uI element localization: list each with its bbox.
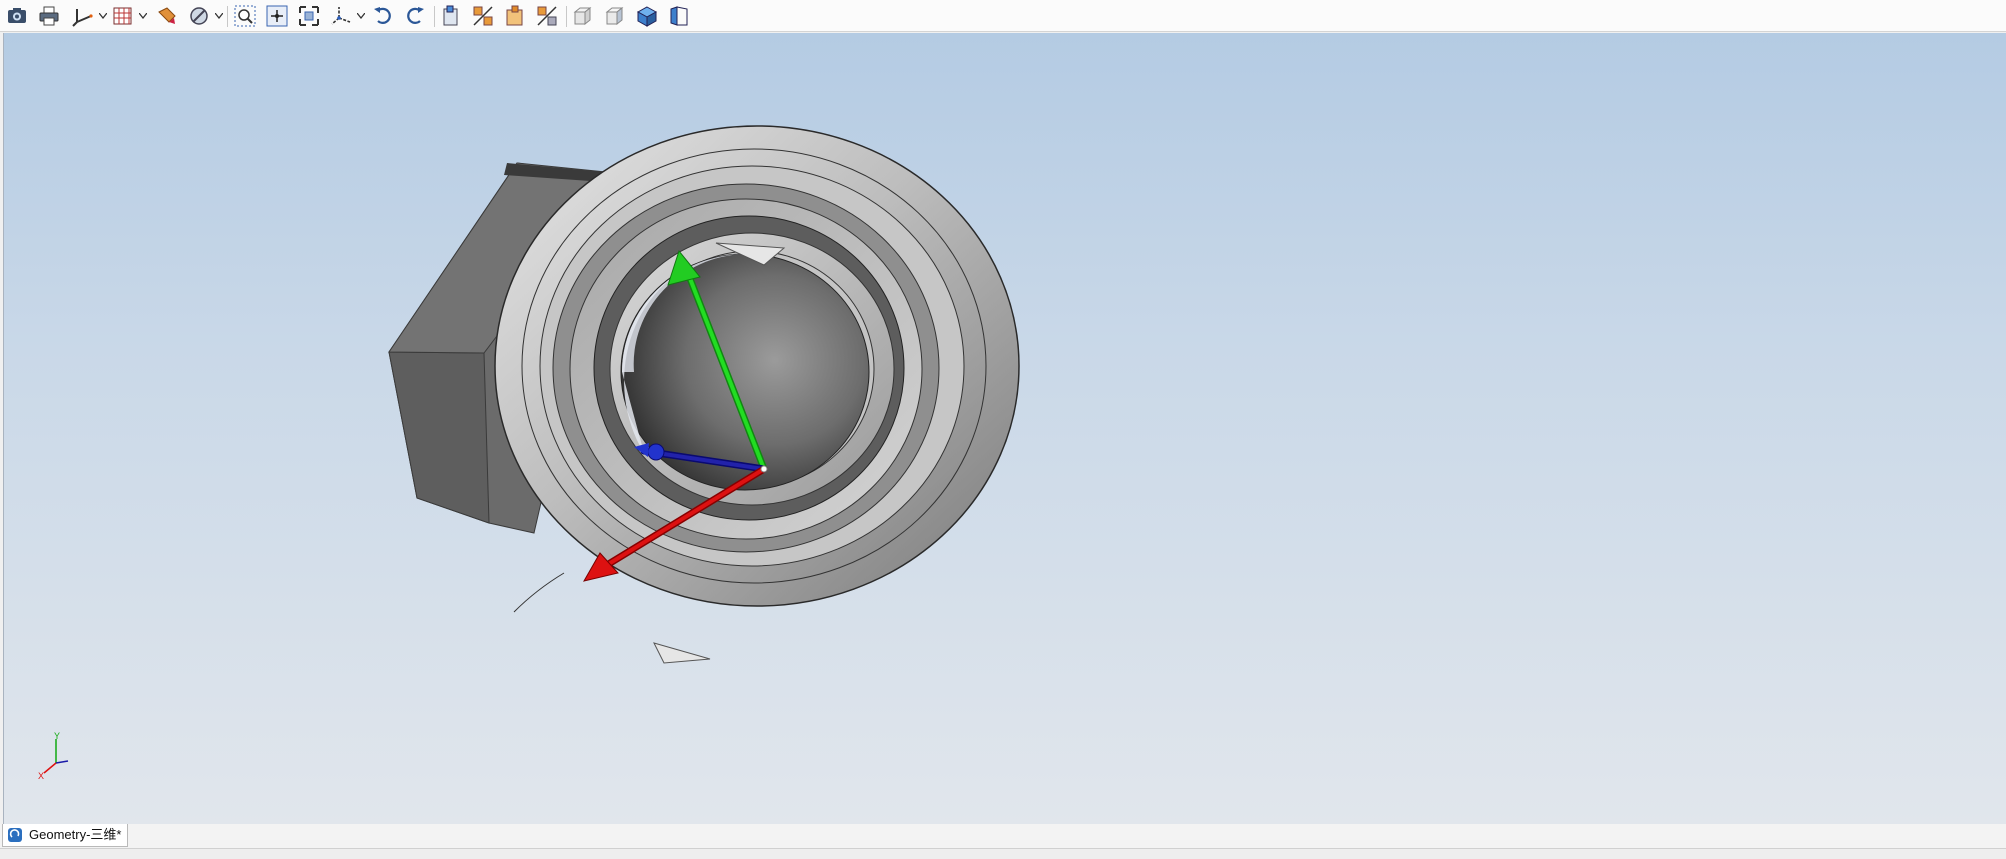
zoom-fit-icon[interactable] — [264, 3, 290, 29]
view-front-icon[interactable] — [438, 3, 464, 29]
view-back-icon[interactable] — [502, 3, 528, 29]
box-view-2-icon[interactable] — [602, 3, 628, 29]
ortho-view-icon[interactable] — [666, 3, 692, 29]
print-icon[interactable] — [36, 3, 62, 29]
rim-seam-line — [513, 572, 565, 613]
document-tab-bar: Geometry-三维* — [0, 824, 2006, 848]
3d-scene[interactable]: Y X — [4, 33, 2006, 824]
mesh-grid-dropdown-icon[interactable] — [138, 10, 147, 22]
status-bar — [0, 848, 2006, 859]
document-tab-icon — [8, 828, 22, 842]
3d-viewport[interactable]: Y X — [3, 33, 2006, 824]
toolbar-separator — [566, 6, 567, 27]
zoom-window-icon[interactable] — [232, 3, 258, 29]
undo-icon[interactable] — [370, 3, 396, 29]
box-view-1-icon[interactable] — [570, 3, 596, 29]
thread-notch-bottom — [653, 642, 711, 664]
iso-view-icon[interactable] — [634, 3, 660, 29]
view-split-icon[interactable] — [534, 3, 560, 29]
paint-color-icon[interactable] — [154, 3, 180, 29]
tab-label: Geometry-三维* — [29, 827, 122, 842]
tab-geometry[interactable]: Geometry-三维* — [2, 824, 129, 847]
axis-orientation-icon[interactable] — [70, 3, 96, 29]
view-section-icon[interactable] — [470, 3, 496, 29]
section-clip-dropdown-icon[interactable] — [214, 10, 223, 22]
zoom-extents-icon[interactable] — [296, 3, 322, 29]
orientation-triad: Y X — [38, 731, 69, 781]
toolbar-separator — [227, 6, 228, 27]
triad-y-label: Y — [54, 731, 60, 741]
section-clip-icon[interactable] — [186, 3, 212, 29]
view-axes-icon[interactable] — [328, 3, 354, 29]
redo-icon[interactable] — [402, 3, 428, 29]
screenshot-camera-icon[interactable] — [4, 3, 30, 29]
toolbar-separator — [434, 6, 435, 27]
toolbar — [0, 0, 2006, 32]
triad-x-label: X — [38, 771, 44, 781]
mesh-grid-icon[interactable] — [110, 3, 136, 29]
view-axes-dropdown-icon[interactable] — [356, 10, 365, 22]
axis-orientation-dropdown-icon[interactable] — [98, 10, 107, 22]
gizmo-origin[interactable] — [760, 465, 768, 473]
